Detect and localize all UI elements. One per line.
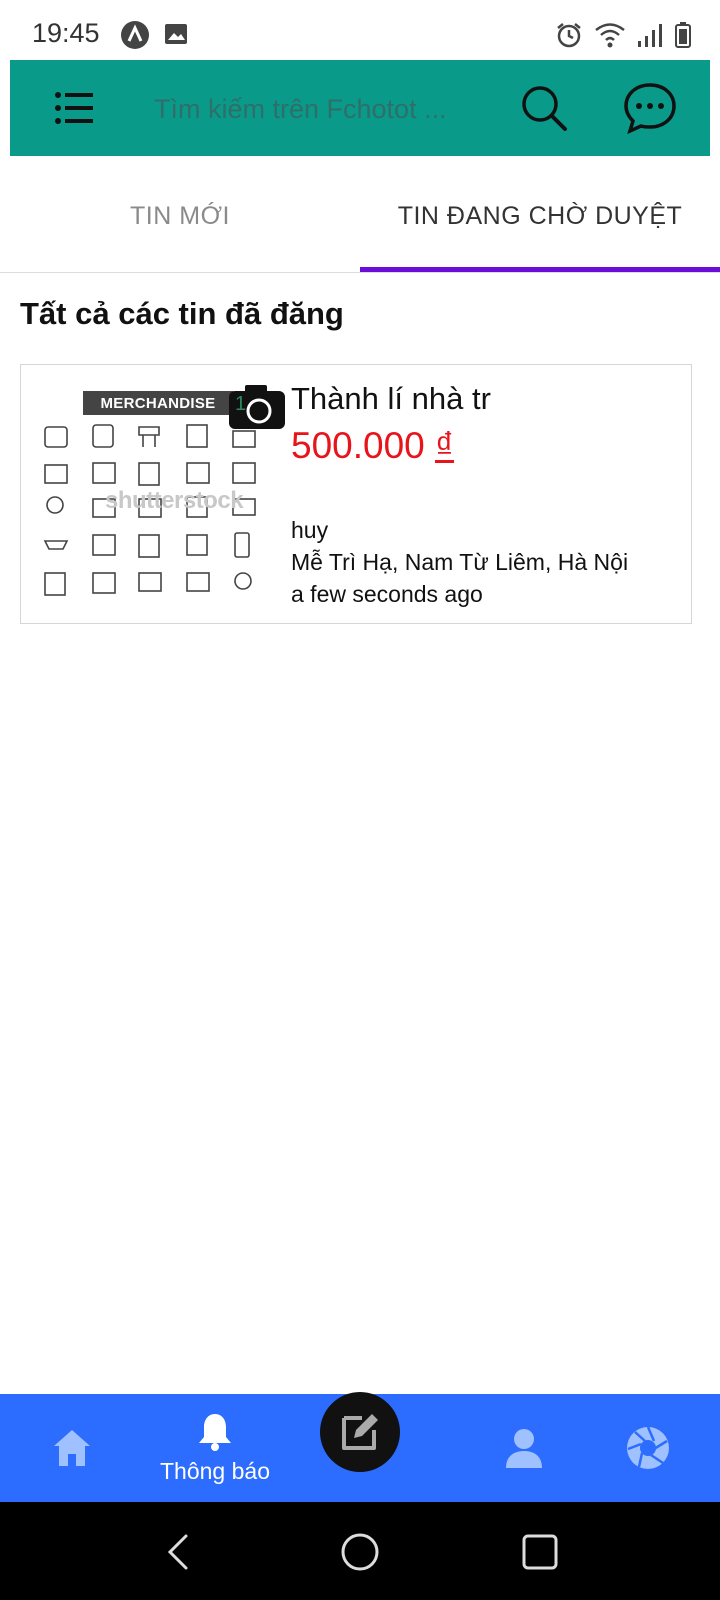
tab-new-posts[interactable]: TIN MỚI [0,160,360,272]
image-notification-icon [165,24,187,44]
search-input[interactable]: Tìm kiếm trên Fchotot ... [154,94,447,125]
status-bar: 19:45 [0,0,720,60]
listing-thumbnail[interactable]: MERCHANDISE shutterstock 1 [35,375,285,615]
nav-profile[interactable] [484,1394,564,1502]
nav-camera[interactable] [608,1394,688,1502]
wifi-icon [595,23,625,48]
chat-button[interactable] [622,80,678,136]
price-value: 500.000 [291,425,425,466]
price-currency: ₫ [435,425,455,466]
tab-bar: TIN MỚI TIN ĐANG CHỜ DUYỆT [0,160,720,273]
menu-button[interactable] [50,84,98,132]
bell-icon [199,1413,231,1451]
home-icon [54,1430,90,1466]
list-menu-icon [55,92,93,124]
aperture-icon [627,1426,669,1469]
chat-bubble-icon [624,83,676,135]
back-icon[interactable] [158,1530,202,1574]
nav-notifications-label: Thông báo [160,1457,270,1484]
listing-location: Mễ Trì Hạ, Nam Từ Liêm, Hà Nội [291,549,629,575]
recents-icon[interactable] [518,1530,562,1574]
active-tab-indicator [360,267,720,272]
bottom-nav: Thông báo [0,1392,720,1502]
listing-card[interactable]: MERCHANDISE shutterstock 1 Thành lí nhà … [20,364,692,624]
nav-home[interactable] [32,1394,112,1502]
user-icon [506,1429,542,1468]
search-icon [522,86,567,131]
edit-icon [342,1414,378,1450]
post-button[interactable] [320,1392,400,1472]
status-time: 19:45 [32,18,100,48]
app-notification-icon [121,21,149,49]
system-nav-bar [0,1502,720,1600]
image-banner: MERCHANDISE [83,391,233,415]
signal-icon [638,24,662,47]
tab-pending-posts[interactable]: TIN ĐANG CHỜ DUYỆT [360,160,720,272]
battery-icon [675,22,691,48]
listing-title: Thành lí nhà tr [291,381,491,416]
home-circle-icon[interactable] [338,1530,382,1574]
listing-price: 500.000 ₫ [291,425,454,467]
search-button[interactable] [518,82,570,134]
top-bar: Tìm kiếm trên Fchotot ... [10,60,710,156]
section-title: Tất cả các tin đã đăng [20,296,344,331]
nav-notifications[interactable]: Thông báo [150,1394,280,1502]
listing-seller: huy [291,517,329,543]
image-count: 1 [235,393,247,415]
alarm-icon [557,23,581,48]
listing-time: a few seconds ago [291,581,483,607]
image-watermark: shutterstock [105,487,244,514]
